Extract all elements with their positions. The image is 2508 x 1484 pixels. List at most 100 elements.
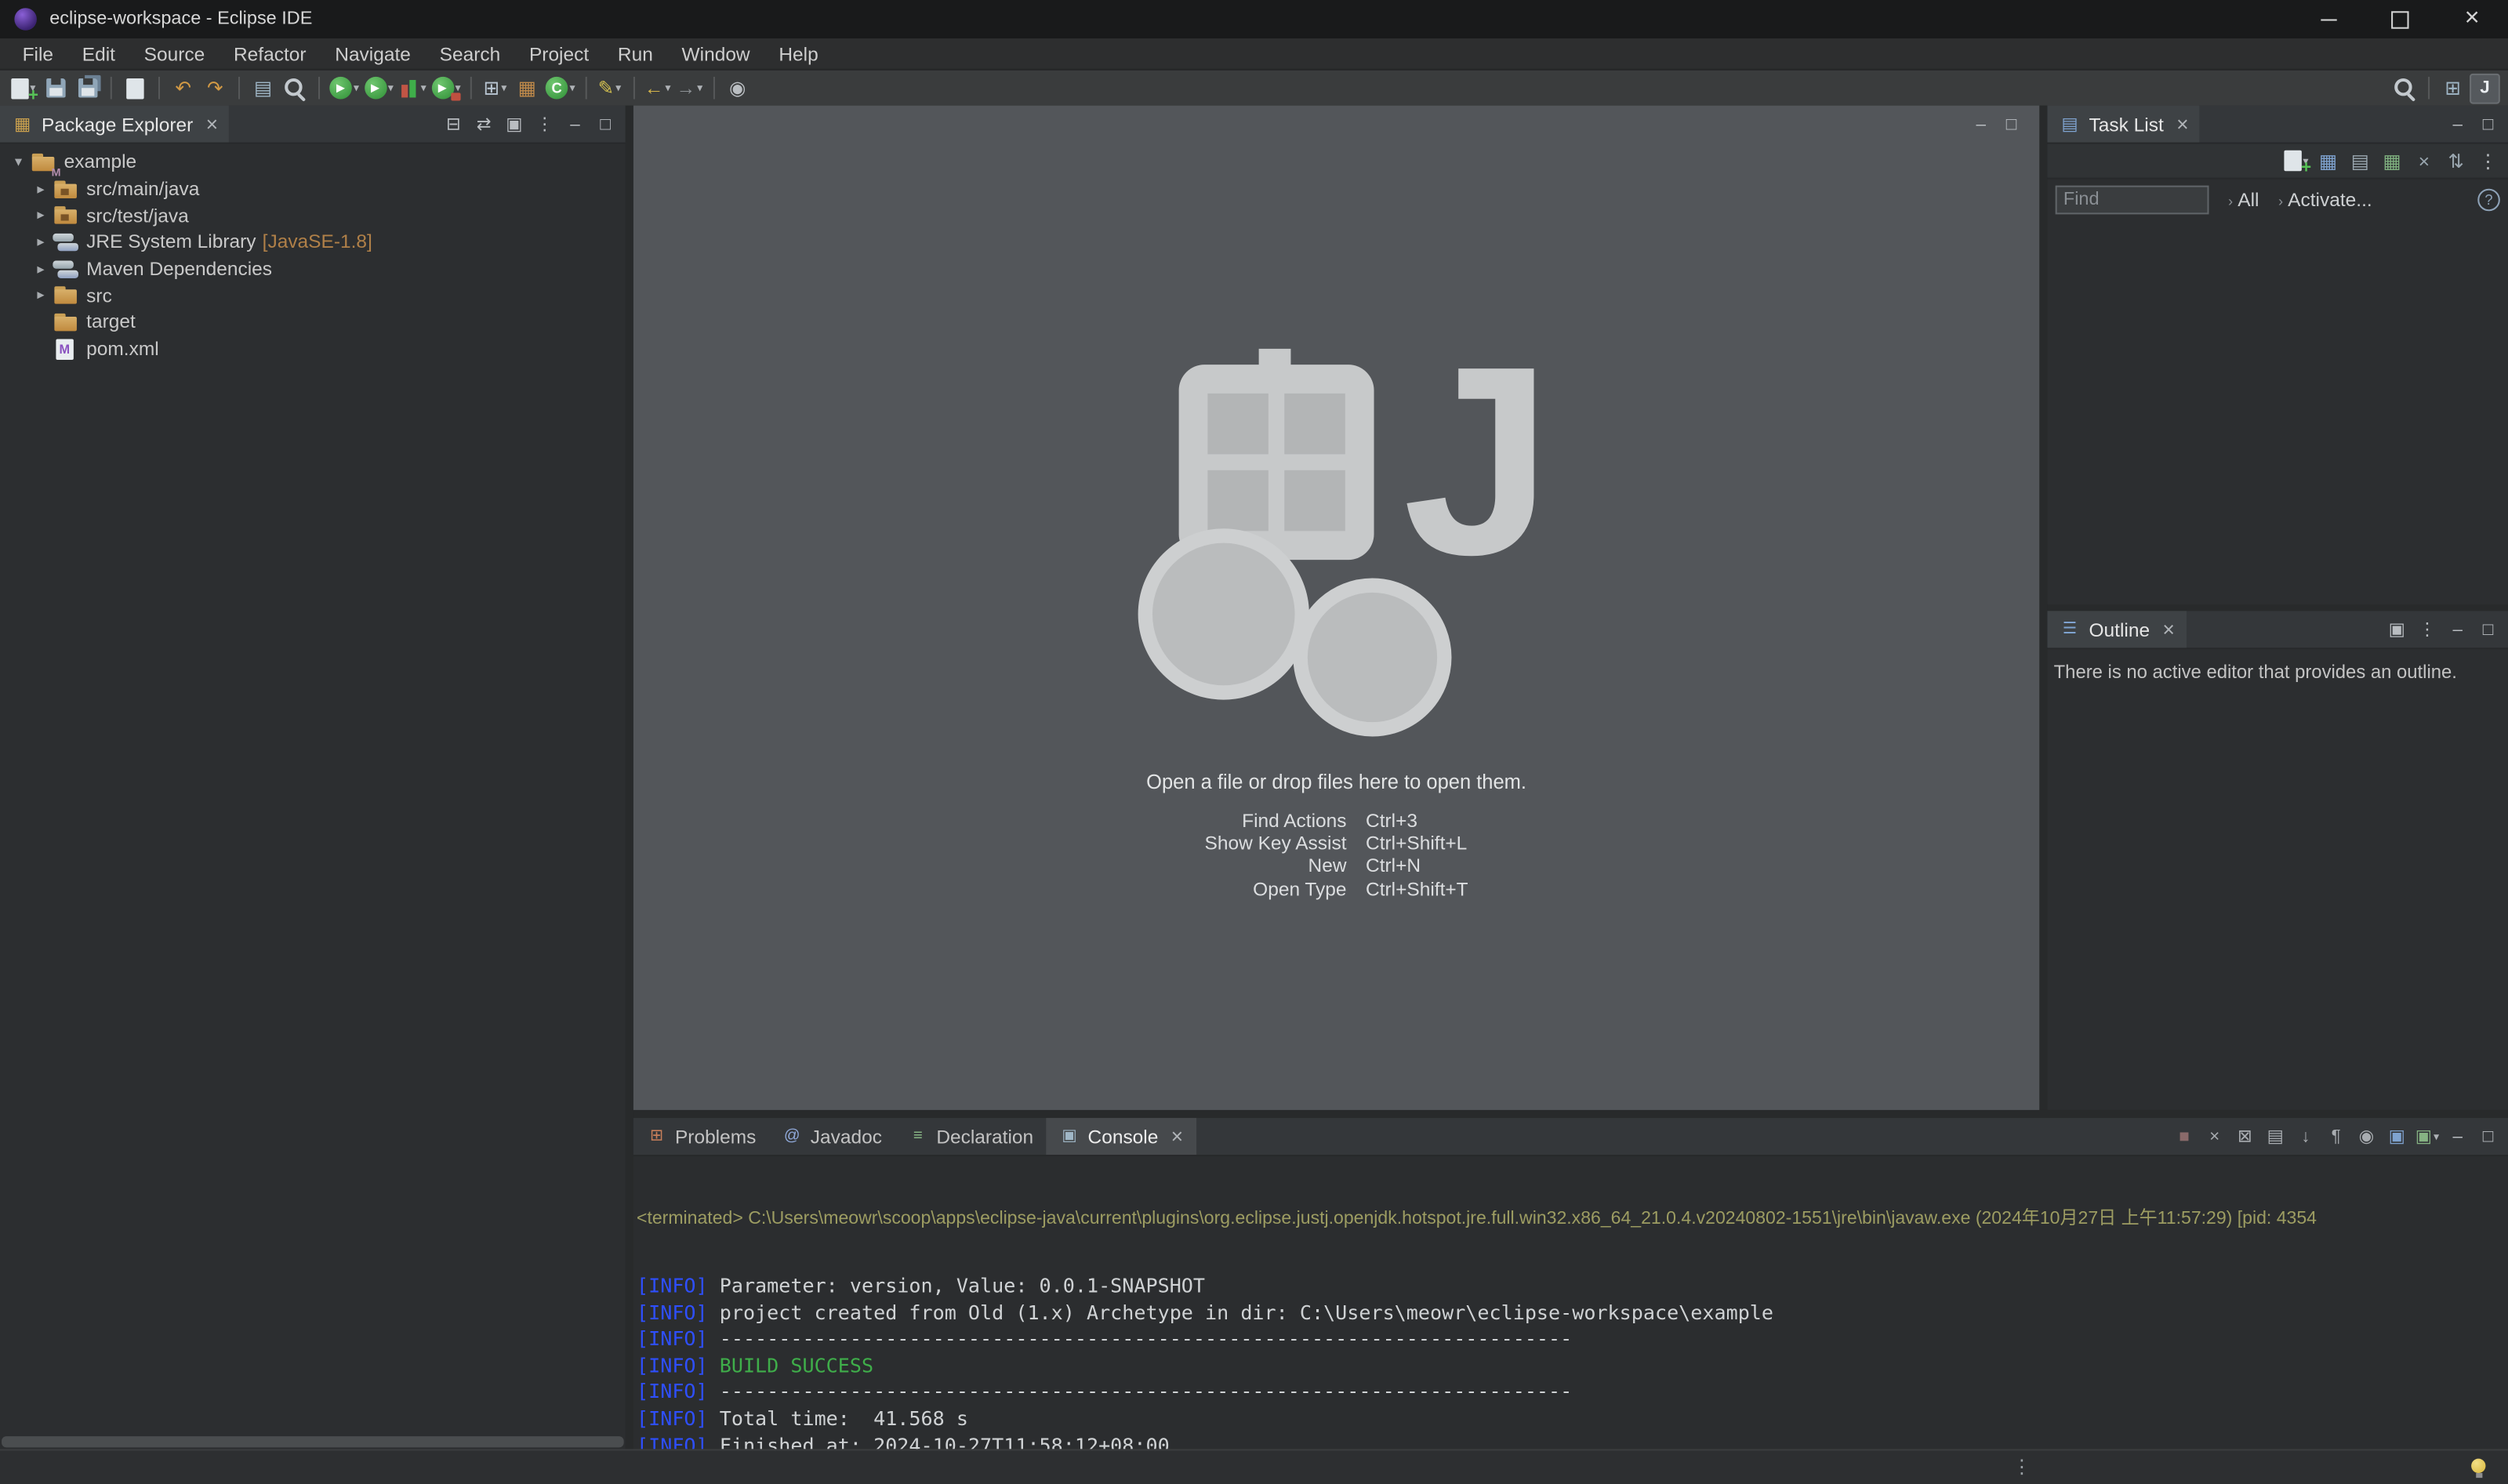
tab-javadoc[interactable]: @Javadoc — [769, 1118, 895, 1155]
sash[interactable] — [2047, 604, 2508, 611]
remove-launch-icon[interactable]: × — [2201, 1123, 2228, 1150]
pin-console-icon[interactable]: ◉ — [2353, 1123, 2380, 1150]
maximize-icon[interactable]: □ — [2474, 111, 2502, 138]
focus-icon[interactable]: ▣ — [501, 111, 528, 138]
help-icon[interactable] — [2477, 188, 2500, 211]
window-close-button[interactable] — [2436, 0, 2508, 38]
maximize-icon[interactable]: □ — [592, 111, 619, 138]
scope-all-link[interactable]: All — [2238, 188, 2259, 211]
minimize-icon[interactable]: – — [2444, 1123, 2471, 1150]
tree-item-maven-dependencies[interactable]: ▸Maven Dependencies — [0, 256, 626, 282]
back-button[interactable]: ←▾ — [642, 73, 673, 103]
menu-file[interactable]: File — [8, 38, 67, 69]
new-wizard-button[interactable]: +▾ — [8, 73, 38, 103]
search-button[interactable] — [280, 73, 310, 103]
debug-button[interactable]: ▶▾ — [328, 73, 361, 103]
minimize-icon[interactable]: – — [1967, 111, 1994, 138]
outline-tab[interactable]: Outline — [2047, 611, 2186, 648]
new-java-project-button[interactable]: ⊞▾ — [480, 73, 510, 103]
menu-refactor[interactable]: Refactor — [220, 38, 321, 69]
sash[interactable] — [633, 1110, 2508, 1118]
categorized-button[interactable]: ▦ — [2313, 146, 2343, 176]
menu-navigate[interactable]: Navigate — [321, 38, 425, 69]
scroll-lock-icon[interactable]: ↓ — [2292, 1123, 2320, 1150]
notification-icon[interactable] — [2471, 1459, 2485, 1473]
tree-item-example[interactable]: ▾Mexample — [0, 149, 626, 176]
close-view-icon[interactable] — [1171, 1125, 1183, 1148]
word-wrap-icon[interactable]: ¶ — [2322, 1123, 2350, 1150]
scrollbar-thumb[interactable] — [2, 1436, 624, 1447]
save-all-button[interactable] — [72, 73, 103, 103]
scheduled-button[interactable]: ▤ — [2345, 146, 2376, 176]
tree-item-target[interactable]: target — [0, 309, 626, 336]
hide-completed-button[interactable]: × — [2409, 146, 2440, 176]
quick-search-button[interactable] — [2390, 73, 2420, 103]
menu-help[interactable]: Help — [764, 38, 833, 69]
tree-item-jre-system-library[interactable]: ▸JRE System Library[JavaSE-1.8] — [0, 229, 626, 256]
undo-button[interactable]: ↶ — [168, 73, 198, 103]
clear-console-icon[interactable]: ▤ — [2262, 1123, 2289, 1150]
package-explorer-tab[interactable]: Package Explorer — [0, 106, 229, 143]
tree-item-pom-xml[interactable]: pom.xml — [0, 336, 626, 362]
menu-edit[interactable]: Edit — [67, 38, 129, 69]
run-external-tools-button[interactable]: ▶▾ — [430, 73, 463, 103]
view-menu-icon[interactable]: ⋮ — [531, 111, 558, 138]
new-class-button[interactable]: C▾ — [544, 73, 577, 103]
collapse-all-icon[interactable]: ⊟ — [440, 111, 467, 138]
display-selected-console-icon[interactable]: ▣ — [2383, 1123, 2411, 1150]
tab-declaration[interactable]: ≡Declaration — [895, 1118, 1046, 1155]
window-maximize-button[interactable] — [2364, 0, 2436, 38]
maximize-icon[interactable]: □ — [1998, 111, 2025, 138]
link-with-editor-icon[interactable]: ⇄ — [470, 111, 498, 138]
javadoc-wizard-button[interactable]: ✎▾ — [594, 73, 625, 103]
close-view-icon[interactable] — [2176, 113, 2188, 136]
open-console-icon[interactable]: ▣▾ — [2414, 1123, 2441, 1150]
horizontal-scrollbar[interactable] — [0, 1435, 626, 1449]
coverage-button[interactable]: ▾ — [397, 73, 428, 103]
tree-item-src[interactable]: ▸src — [0, 282, 626, 309]
open-console-button[interactable]: ▤ — [248, 73, 278, 103]
sort-button[interactable]: ⇅ — [2441, 146, 2471, 176]
close-view-icon[interactable] — [206, 113, 218, 136]
maximize-icon[interactable]: □ — [2474, 1123, 2502, 1150]
focus-workweek-button[interactable]: ▦ — [2377, 146, 2408, 176]
run-button[interactable]: ▶▾ — [362, 73, 395, 103]
view-menu-icon[interactable]: ⋮ — [2414, 615, 2441, 643]
task-list-tab[interactable]: Task List — [2047, 106, 2199, 143]
window-minimize-button[interactable] — [2292, 0, 2365, 38]
maximize-icon[interactable]: □ — [2474, 615, 2502, 643]
minimize-icon[interactable]: – — [2444, 615, 2471, 643]
task-view-menu-icon[interactable]: ⋮ — [2473, 146, 2503, 176]
sash[interactable] — [626, 106, 633, 1450]
status-overflow-icon[interactable] — [2013, 1456, 2031, 1479]
tab-problems[interactable]: ⊞Problems — [633, 1118, 769, 1155]
new-task-button[interactable]: +▾ — [2281, 146, 2311, 176]
sash[interactable] — [2039, 106, 2047, 1110]
minimize-icon[interactable]: – — [561, 111, 589, 138]
menu-window[interactable]: Window — [667, 38, 764, 69]
print-button[interactable] — [120, 73, 151, 103]
remove-all-launches-icon[interactable]: ⊠ — [2231, 1123, 2259, 1150]
tab-console[interactable]: ▣Console — [1046, 1118, 1196, 1155]
terminate-icon[interactable]: ■ — [2171, 1123, 2198, 1150]
console-output[interactable]: <terminated> C:\Users\meowr\scoop\apps\e… — [633, 1156, 2508, 1449]
menu-project[interactable]: Project — [515, 38, 604, 69]
forward-button[interactable]: →▾ — [674, 73, 705, 103]
minimize-icon[interactable]: – — [2444, 111, 2471, 138]
redo-button[interactable]: ↷ — [200, 73, 230, 103]
activate-link[interactable]: Activate... — [2288, 188, 2372, 211]
save-button[interactable] — [40, 73, 71, 103]
editor-area[interactable]: –□ J Open a file — [633, 106, 2039, 1110]
tree-item-src-test-java[interactable]: ▸src/test/java — [0, 202, 626, 229]
task-find-input[interactable] — [2056, 185, 2209, 214]
menu-source[interactable]: Source — [129, 38, 219, 69]
menu-search[interactable]: Search — [425, 38, 514, 69]
tree-item-src-main-java[interactable]: ▸src/main/java — [0, 176, 626, 202]
new-package-button[interactable]: ▦ — [512, 73, 543, 103]
menu-run[interactable]: Run — [604, 38, 668, 69]
pin-editor-button[interactable]: ◉ — [722, 73, 753, 103]
java-perspective-button[interactable]: J — [2470, 73, 2500, 103]
close-view-icon[interactable] — [2162, 619, 2174, 641]
focus-icon[interactable]: ▣ — [2383, 615, 2411, 643]
open-perspective-button[interactable]: ⊞ — [2437, 73, 2468, 103]
